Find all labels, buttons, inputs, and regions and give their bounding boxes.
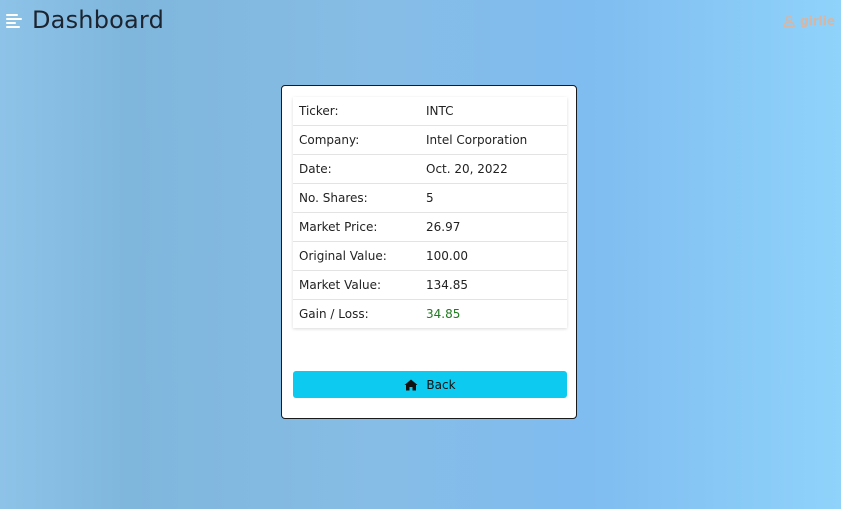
table-row: Company: Intel Corporation [293,126,567,155]
field-value: 100.00 [426,249,468,263]
field-value: Intel Corporation [426,133,528,147]
user-menu[interactable]: girlie [783,14,835,28]
table-row: Gain / Loss: 34.85 [293,300,567,328]
table-row: No. Shares: 5 [293,184,567,213]
field-value: 5 [426,191,434,205]
gain-loss-value: 34.85 [426,307,461,321]
menu-icon[interactable] [6,14,22,29]
field-label: Gain / Loss: [299,307,369,321]
field-value: INTC [426,104,454,118]
field-value: 134.85 [426,278,468,292]
page-title: Dashboard [32,6,165,34]
home-icon [404,379,418,390]
field-value: 26.97 [426,220,461,234]
field-label: Date: [299,162,332,176]
field-label: Original Value: [299,249,387,263]
details-table: Ticker: INTC Company: Intel Corporation … [293,97,567,328]
table-row: Date: Oct. 20, 2022 [293,155,567,184]
field-label: Company: [299,133,360,147]
field-label: No. Shares: [299,191,368,205]
table-row: Market Value: 134.85 [293,271,567,300]
top-bar: Dashboard girlie [0,0,841,44]
table-row: Original Value: 100.00 [293,242,567,271]
field-label: Ticker: [299,104,339,118]
field-label: Market Value: [299,278,382,292]
stock-detail-card: Ticker: INTC Company: Intel Corporation … [281,85,577,419]
back-button-label: Back [426,377,456,392]
username-label: girlie [800,14,835,28]
user-icon [783,15,795,27]
field-label: Market Price: [299,220,378,234]
table-row: Market Price: 26.97 [293,213,567,242]
field-value: Oct. 20, 2022 [426,162,508,176]
table-row: Ticker: INTC [293,97,567,126]
back-button[interactable]: Back [293,371,567,398]
